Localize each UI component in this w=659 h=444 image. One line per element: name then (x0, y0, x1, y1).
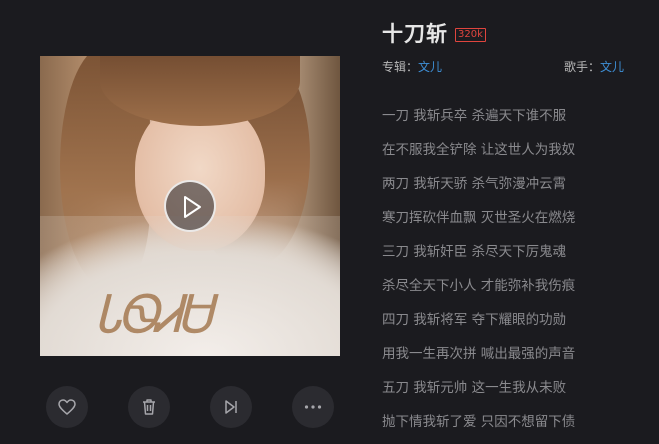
quality-badge: 320k (455, 28, 486, 42)
lyric-line: 寒刀挥砍伴血飘 灭世圣火在燃烧 (382, 210, 576, 226)
artist-label: 歌手： (564, 60, 601, 74)
lyric-line: 两刀 我斩天骄 杀气弥漫冲云霄 (382, 176, 567, 192)
song-title: 十刀斩 (382, 22, 448, 46)
more-options-button[interactable] (292, 386, 334, 428)
more-dots-icon (304, 405, 322, 409)
lyric-line: 杀尽全天下小人 才能弥补我伤痕 (382, 278, 576, 294)
lyric-line: 四刀 我斩将军 夺下耀眼的功勋 (382, 312, 567, 328)
play-button[interactable] (164, 180, 216, 232)
cover-art-shirt-print: ᏓᏫᏗᏌ (95, 285, 212, 345)
lyric-line: 用我一生再次拼 喊出最强的声音 (382, 346, 576, 362)
lyric-line: 一刀 我斩兵卒 杀遍天下谁不服 (382, 108, 567, 124)
lyric-line: 在不服我全铲除 让这世人为我奴 (382, 142, 576, 158)
delete-button[interactable] (128, 386, 170, 428)
artist-info: 歌手：文儿 (564, 58, 624, 75)
lyrics-panel: 一刀 我斩兵卒 杀遍天下谁不服 在不服我全铲除 让这世人为我奴 两刀 我斩天骄 … (382, 103, 652, 443)
lyric-line: 五刀 我斩元帅 这一生我从未败 (382, 380, 567, 396)
heart-icon (58, 399, 76, 415)
play-icon (184, 196, 201, 218)
trash-icon (143, 399, 155, 415)
album-info: 专辑：文儿 (382, 58, 442, 75)
next-track-button[interactable] (210, 386, 252, 428)
lyric-line: 三刀 我斩奸臣 杀尽天下厉鬼魂 (382, 244, 567, 260)
album-link[interactable]: 文儿 (418, 60, 442, 74)
like-button[interactable] (46, 386, 88, 428)
skip-next-icon (225, 400, 237, 414)
album-label: 专辑： (382, 60, 419, 74)
lyric-line: 抛下情我斩了爱 只因不想留下债 (382, 414, 576, 430)
artist-link[interactable]: 文儿 (600, 60, 624, 74)
